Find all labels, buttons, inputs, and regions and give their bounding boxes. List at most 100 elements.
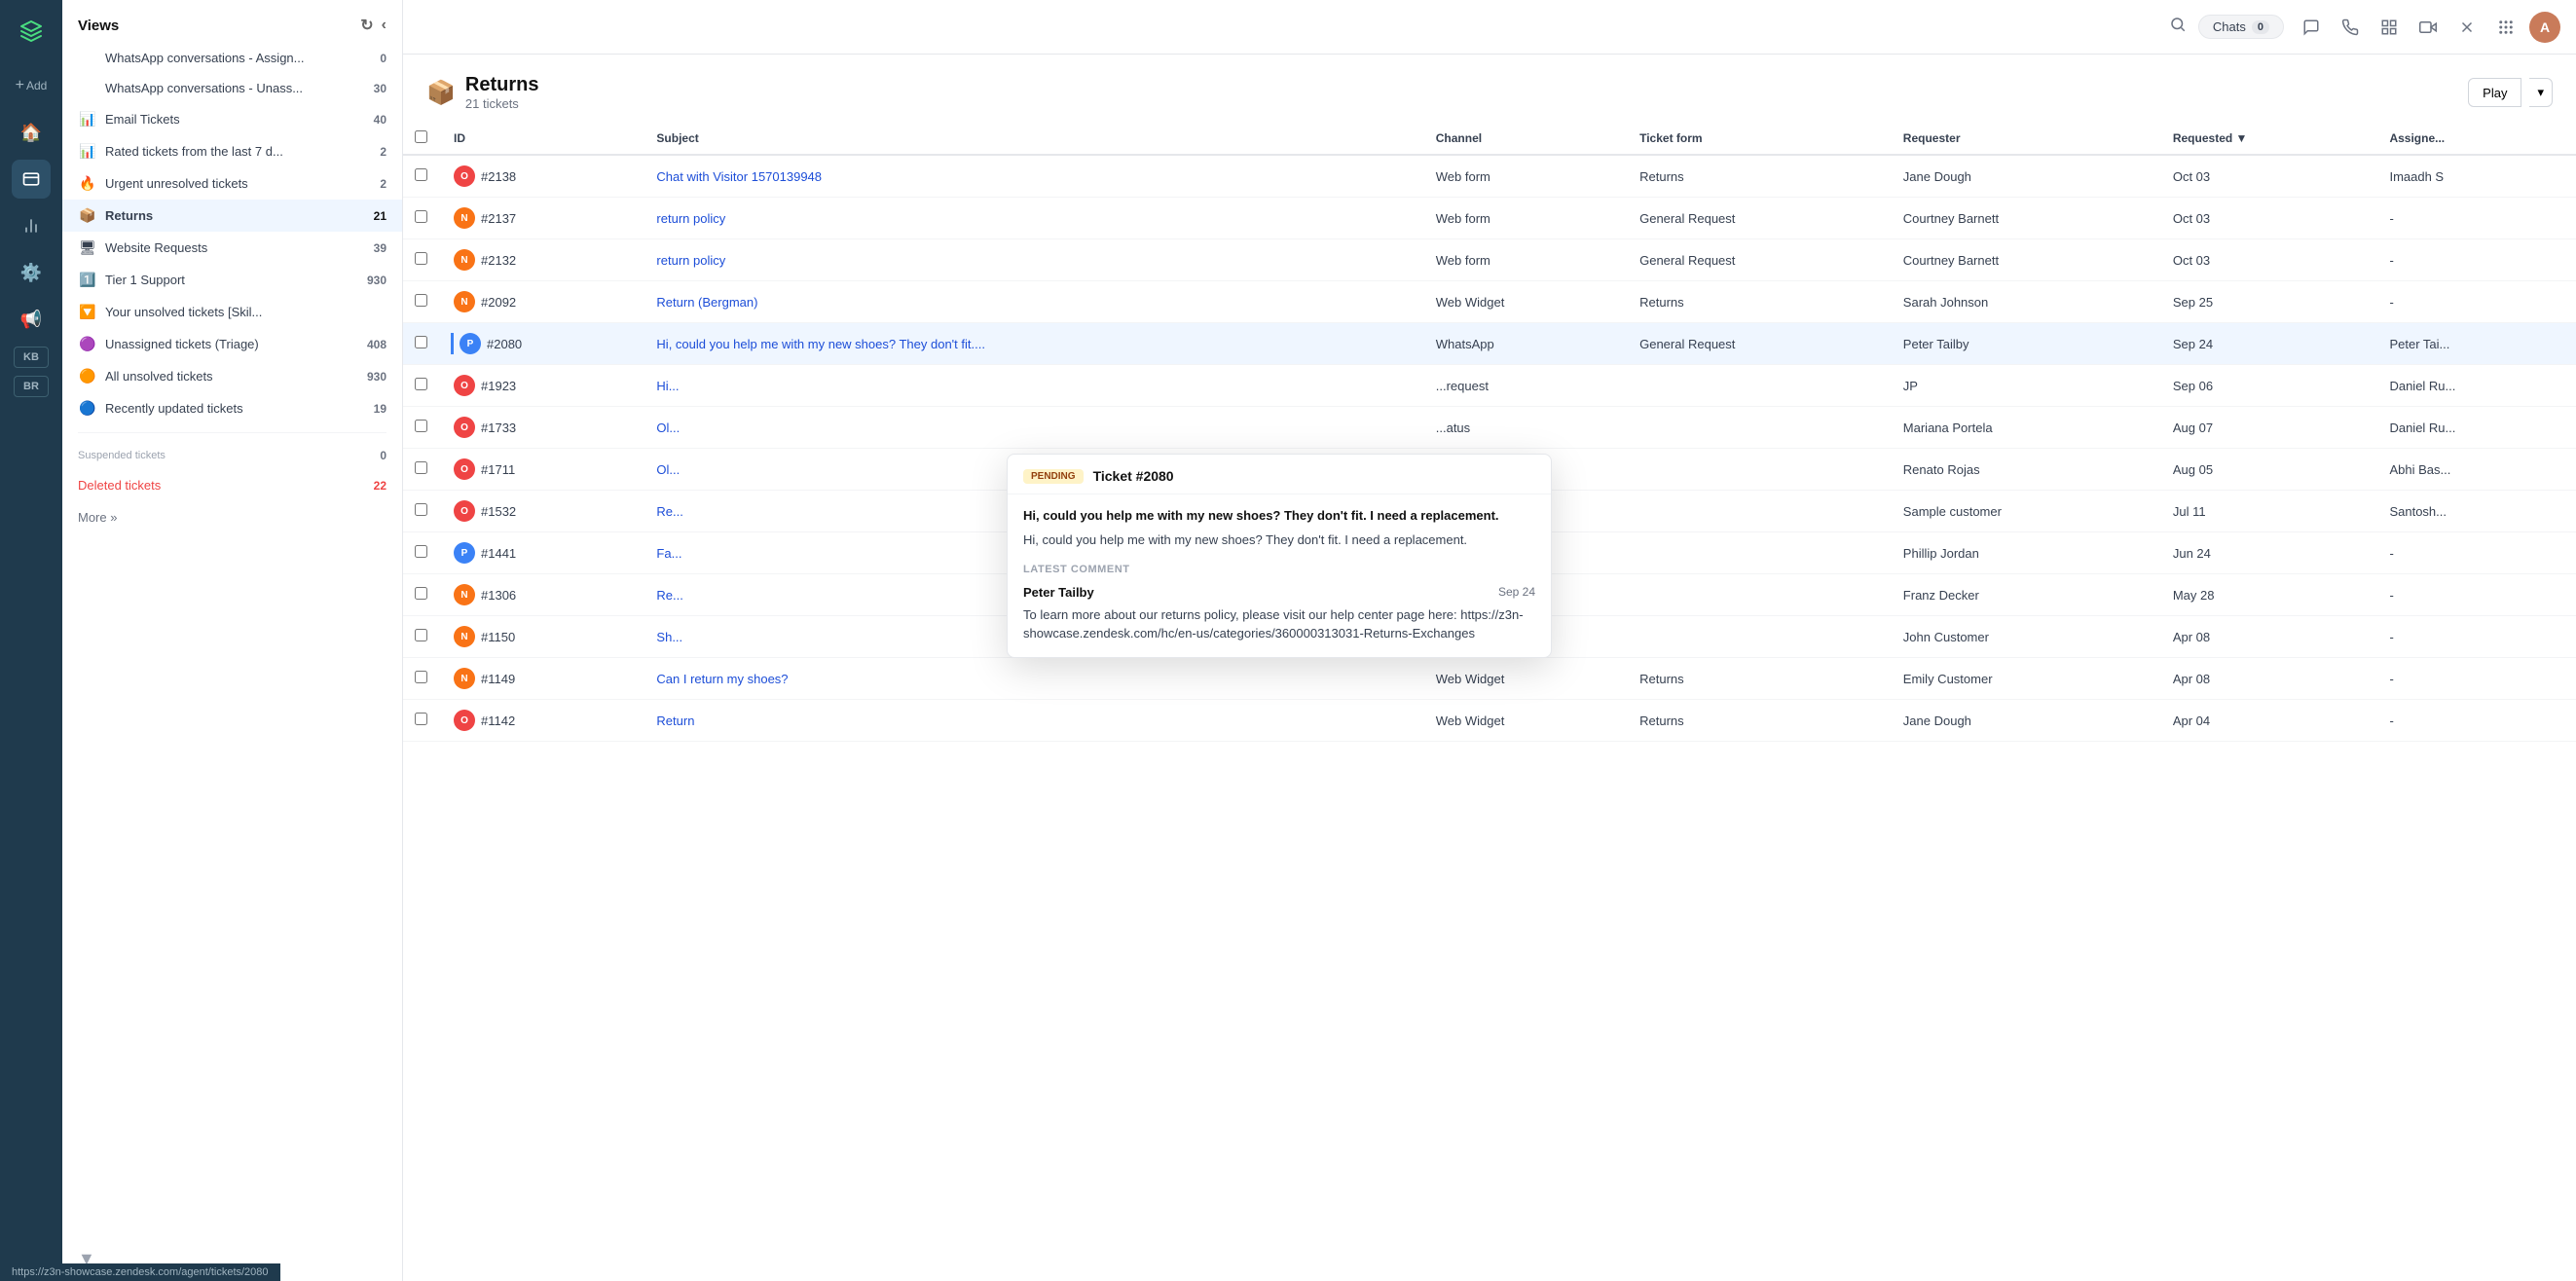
table-row-highlighted[interactable]: P #2080 Hi, could you help me with my ne… [403,323,2576,365]
row-checkbox[interactable] [403,239,442,281]
table-row[interactable]: N #2137 return policy Web form General R… [403,198,2576,239]
table-row[interactable]: N #2092 Return (Bergman) Web Widget Retu… [403,281,2576,323]
add-button[interactable]: + Add [12,66,51,105]
row-checkbox[interactable] [403,323,442,365]
chat-icon[interactable] [2296,12,2327,43]
table-row[interactable]: O #1923 Hi... ...request JP Sep 06 Danie… [403,365,2576,407]
collapse-icon[interactable]: ‹ [382,17,386,34]
sidebar-item-email-tickets[interactable]: 📊 Email Tickets 40 [62,103,402,135]
row-subject[interactable]: Ol... [644,407,1423,449]
deleted-label: Deleted tickets [78,478,366,493]
website-icon: 🖥 [78,239,97,256]
search-icon[interactable] [2169,16,2187,38]
row-checkbox[interactable] [403,198,442,239]
popup-body: Hi, could you help me with my new shoes?… [1008,494,1551,657]
row-requester: Courtney Barnett [1892,239,2161,281]
triage-icon: 🟣 [78,336,97,352]
grid-icon[interactable] [2374,12,2405,43]
row-checkbox[interactable] [403,700,442,742]
sidebar-item-count: 2 [380,177,386,191]
table-row[interactable]: O #2138 Chat with Visitor 1570139948 Web… [403,155,2576,198]
row-form [1628,491,1892,532]
row-requested: Sep 24 [2161,323,2378,365]
suspended-label: Suspended tickets [78,450,372,461]
sidebar-item-count: 21 [374,209,386,223]
sidebar-item-whatsapp-assigned[interactable]: WhatsApp conversations - Assign... 0 [62,43,402,73]
sidebar-item-urgent-unresolved[interactable]: 🔥 Urgent unresolved tickets 2 [62,167,402,200]
table-row[interactable]: N #1149 Can I return my shoes? Web Widge… [403,658,2576,700]
row-subject[interactable]: Return [644,700,1423,742]
row-subject[interactable]: Hi... [644,365,1423,407]
col-assignee: Assigne... [2377,123,2576,155]
video-icon[interactable] [2412,12,2444,43]
settings-icon[interactable]: ⚙️ [12,253,51,292]
row-id: N #2092 [442,281,644,323]
row-assignee: Santosh... [2377,491,2576,532]
row-checkbox[interactable] [403,616,442,658]
sidebar-item-whatsapp-unassigned[interactable]: WhatsApp conversations - Unass... 30 [62,73,402,103]
apps-icon[interactable] [2490,12,2521,43]
row-subject[interactable]: Chat with Visitor 1570139948 [644,155,1423,198]
phone-icon[interactable] [2335,12,2366,43]
sidebar-item-unassigned-triage[interactable]: 🟣 Unassigned tickets (Triage) 408 [62,328,402,360]
row-subject[interactable]: return policy [644,198,1423,239]
sidebar-item-count: 2 [380,145,386,159]
table-row[interactable]: N #2132 return policy Web form General R… [403,239,2576,281]
row-subject[interactable]: return policy [644,239,1423,281]
sidebar-item-returns[interactable]: 📦 Returns 21 [62,200,402,232]
campaigns-icon[interactable]: 📢 [12,300,51,339]
row-subject[interactable]: Can I return my shoes? [644,658,1423,700]
close-icon[interactable] [2451,12,2483,43]
ticket-type-badge: O [454,375,475,396]
chats-button[interactable]: Chats 0 [2198,15,2284,39]
row-checkbox[interactable] [403,574,442,616]
avatar[interactable]: A [2529,12,2560,43]
row-requested: Apr 04 [2161,700,2378,742]
sidebar-item-deleted[interactable]: Deleted tickets 22 [62,470,402,500]
view-emoji: 📦 [426,79,456,107]
row-checkbox[interactable] [403,365,442,407]
home-icon[interactable]: 🏠 [12,113,51,152]
sidebar-item-rated-tickets[interactable]: 📊 Rated tickets from the last 7 d... 2 [62,135,402,167]
select-all-checkbox[interactable] [415,130,427,143]
tickets-icon[interactable] [12,160,51,199]
row-checkbox[interactable] [403,155,442,198]
ticket-type-badge: O [454,165,475,187]
row-checkbox[interactable] [403,281,442,323]
br-button[interactable]: BR [14,376,49,397]
logo-icon[interactable] [12,12,51,51]
table-row[interactable]: O #1733 Ol... ...atus Mariana Portela Au… [403,407,2576,449]
ticket-type-badge: N [454,584,475,605]
sidebar-item-website-requests[interactable]: 🖥 Website Requests 39 [62,232,402,264]
sidebar-item-all-unsolved[interactable]: 🟠 All unsolved tickets 930 [62,360,402,392]
row-checkbox[interactable] [403,407,442,449]
sidebar: Views ↻ ‹ WhatsApp conversations - Assig… [62,0,403,1281]
refresh-icon[interactable]: ↻ [360,16,373,35]
row-checkbox[interactable] [403,532,442,574]
row-assignee: Imaadh S [2377,155,2576,198]
filter-icon: 🔽 [78,304,97,320]
row-assignee: Abhi Bas... [2377,449,2576,491]
status-bar: https://z3n-showcase.zendesk.com/agent/t… [0,1263,280,1281]
more-link[interactable]: More » [62,500,402,534]
ticket-type-badge: N [454,626,475,647]
row-checkbox[interactable] [403,658,442,700]
reporting-icon[interactable] [12,206,51,245]
status-url: https://z3n-showcase.zendesk.com/agent/t… [12,1266,269,1278]
play-dropdown-button[interactable]: ▾ [2529,78,2553,107]
row-id: O #1142 [442,700,644,742]
sidebar-item-tier1[interactable]: 1️⃣ Tier 1 Support 930 [62,264,402,296]
row-requested: Oct 03 [2161,155,2378,198]
play-button[interactable]: Play [2468,78,2521,107]
kb-button[interactable]: KB [14,347,49,368]
row-requester: Jane Dough [1892,700,2161,742]
row-form [1628,574,1892,616]
row-subject[interactable]: Hi, could you help me with my new shoes?… [644,323,1423,365]
row-subject[interactable]: Return (Bergman) [644,281,1423,323]
row-checkbox[interactable] [403,491,442,532]
row-checkbox[interactable] [403,449,442,491]
sidebar-item-recently-updated[interactable]: 🔵 Recently updated tickets 19 [62,392,402,424]
sidebar-item-unsolved-skill[interactable]: 🔽 Your unsolved tickets [Skil... [62,296,402,328]
sidebar-item-suspended[interactable]: Suspended tickets 0 [62,441,402,470]
table-row[interactable]: O #1142 Return Web Widget Returns Jane D… [403,700,2576,742]
